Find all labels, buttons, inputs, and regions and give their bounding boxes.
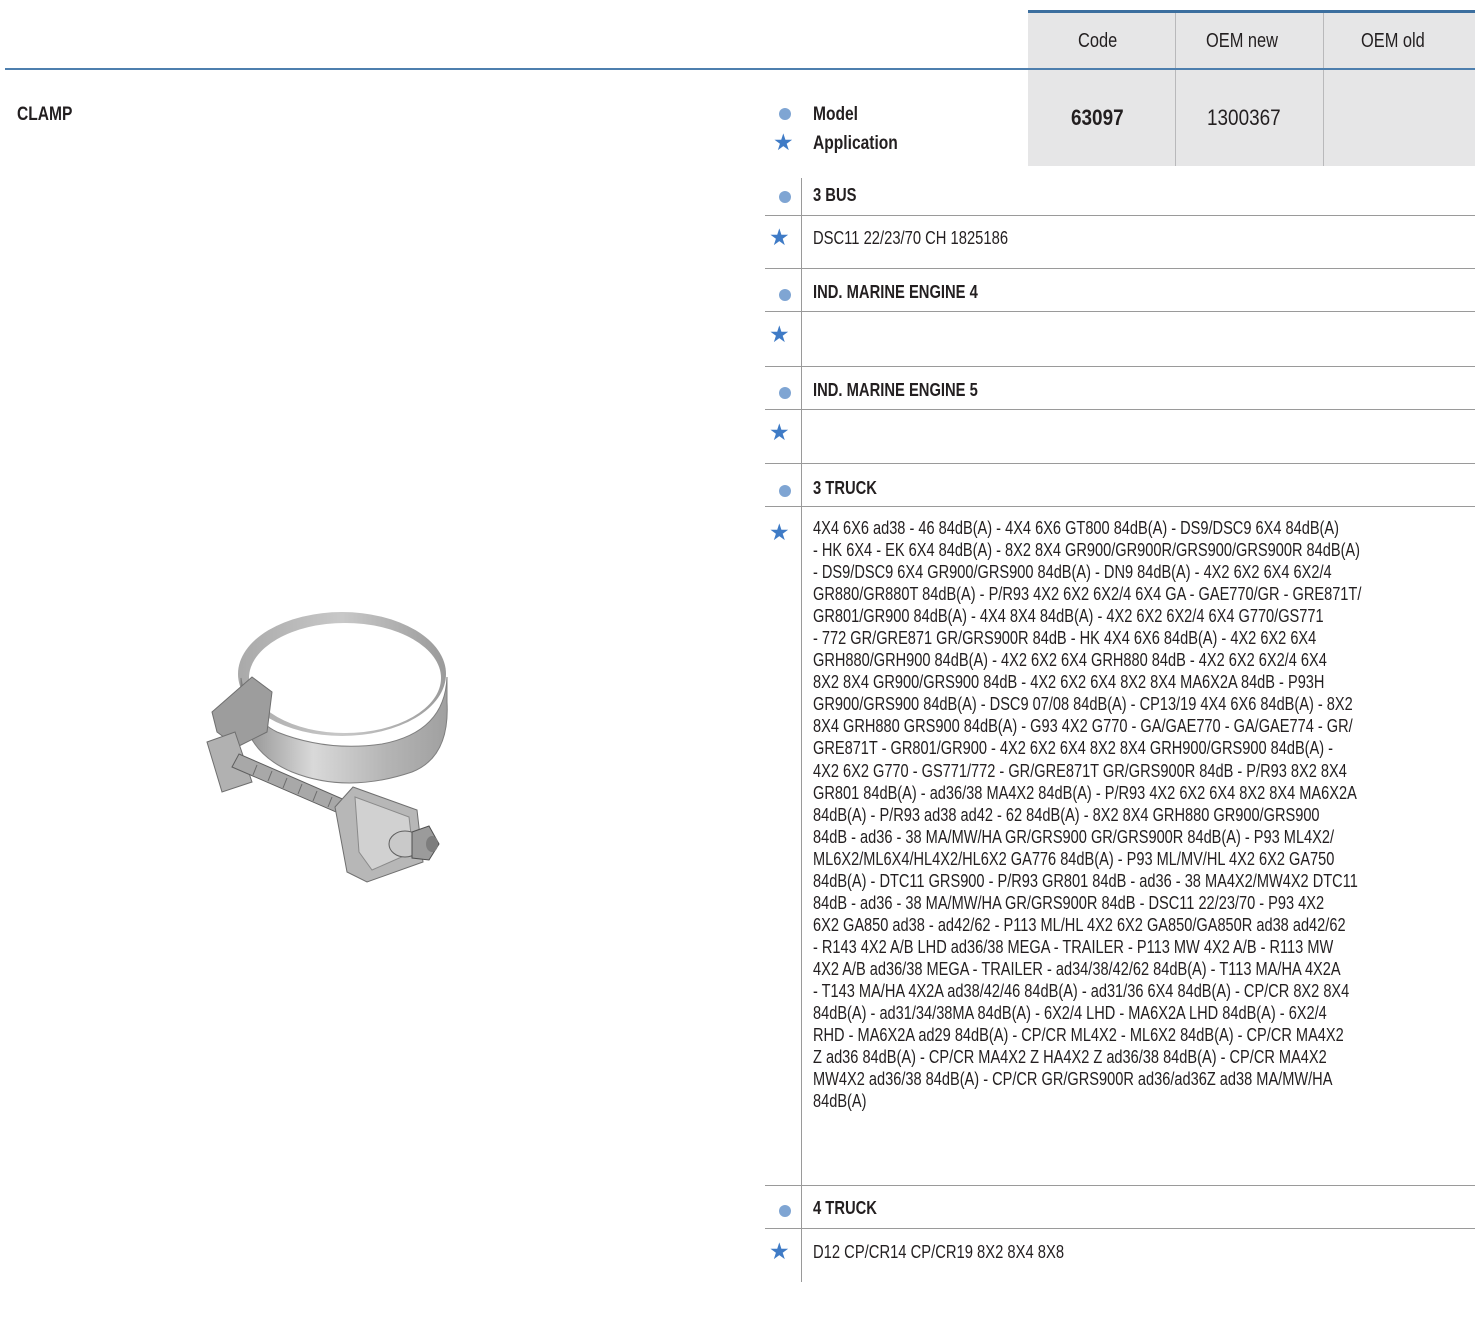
model-name: 3 TRUCK (813, 478, 877, 498)
model-legend-label: Model (813, 104, 859, 125)
row-divider (765, 409, 1475, 410)
column-header-code: Code (1077, 29, 1117, 52)
column-header-oem-old: OEM old (1360, 29, 1425, 52)
column-header-oem-new: OEM new (1205, 29, 1278, 52)
star-icon: ★ (773, 129, 794, 155)
star-icon: ★ (769, 321, 790, 347)
star-icon: ★ (769, 419, 790, 445)
column-header: Code OEM new OEM old (1028, 10, 1475, 69)
dot-icon (779, 191, 791, 203)
table-vertical-divider (801, 178, 802, 1282)
part-values: 63097 1300367 (1028, 70, 1475, 166)
star-icon: ★ (769, 519, 790, 545)
row-divider (765, 311, 1475, 312)
part-title: CLAMP (17, 104, 73, 125)
star-icon: ★ (769, 224, 790, 250)
dot-icon (779, 387, 791, 399)
row-divider (765, 1185, 1475, 1186)
part-oem-old (1324, 70, 1475, 166)
part-code: 63097 (1070, 105, 1124, 130)
row-divider (765, 463, 1475, 464)
row-divider (765, 506, 1475, 507)
row-divider (765, 366, 1475, 367)
dot-icon (779, 108, 791, 120)
part-oem-new: 1300367 (1206, 105, 1281, 130)
model-name: IND. MARINE ENGINE 4 (813, 282, 978, 302)
row-divider (765, 268, 1475, 269)
dot-icon (779, 289, 791, 301)
model-name: 4 TRUCK (813, 1198, 877, 1218)
dot-icon (779, 1205, 791, 1217)
model-name: 3 BUS (813, 185, 857, 205)
application-text: D12 CP/CR14 CP/CR19 8X2 8X4 8X8 (813, 1242, 1065, 1262)
star-icon: ★ (769, 1238, 790, 1264)
application-text: DSC11 22/23/70 CH 1825186 (813, 228, 1009, 248)
model-name: IND. MARINE ENGINE 5 (813, 380, 978, 400)
dot-icon (779, 485, 791, 497)
row-divider (765, 1228, 1475, 1229)
row-divider (765, 215, 1475, 216)
clamp-photo (206, 612, 448, 883)
application-legend-label: Application (813, 133, 898, 154)
application-text: 4X4 6X6 ad38 - 46 84dB(A) - 4X4 6X6 GT80… (813, 518, 1362, 1112)
